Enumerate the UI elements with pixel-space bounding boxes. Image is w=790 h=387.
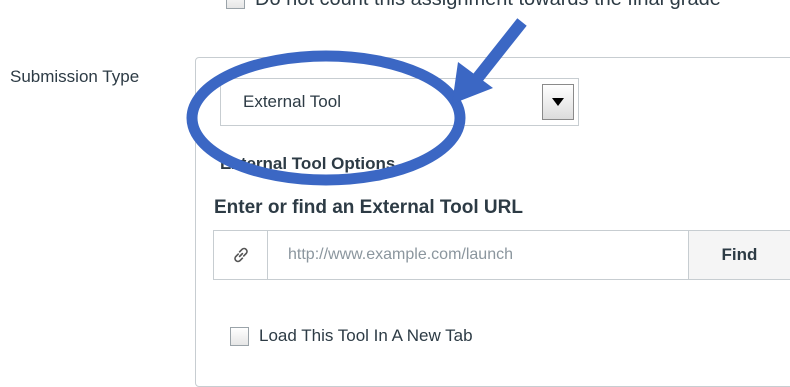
link-icon	[233, 247, 248, 263]
external-tool-url-heading: Enter or find an External Tool URL	[214, 197, 523, 218]
dropdown-arrow-button[interactable]	[542, 84, 574, 120]
submission-type-selected-value: External Tool	[243, 92, 341, 111]
load-new-tab-label: Load This Tool In A New Tab	[259, 326, 473, 345]
find-button[interactable]: Find	[689, 230, 790, 280]
load-new-tab-checkbox[interactable]	[230, 326, 249, 346]
load-new-tab-row: Load This Tool In A New Tab	[230, 326, 473, 346]
submission-type-label: Submission Type	[10, 67, 140, 86]
dont-count-grade-checkbox[interactable]	[226, 0, 245, 9]
dont-count-grade-row: Do not count this assignment towards the…	[226, 0, 721, 11]
dont-count-grade-label: Do not count this assignment towards the…	[255, 0, 721, 11]
submission-type-select[interactable]: External Tool	[220, 78, 579, 126]
external-tool-url-input[interactable]	[267, 230, 689, 280]
external-tool-url-group: Find	[213, 230, 790, 280]
external-tool-options-heading: External Tool Options	[220, 154, 396, 173]
link-addon	[213, 230, 267, 280]
caret-down-icon	[552, 98, 564, 106]
